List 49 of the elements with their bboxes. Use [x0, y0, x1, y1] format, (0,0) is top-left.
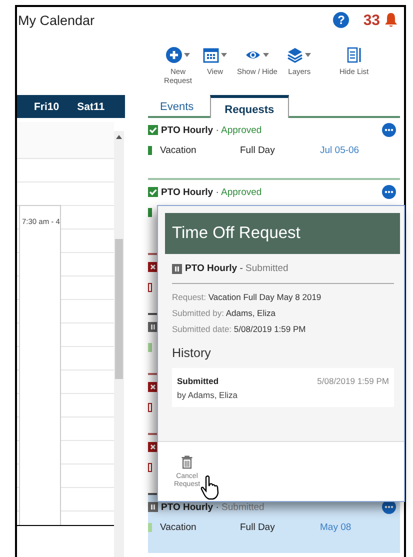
status-marker — [148, 402, 152, 412]
scroll-up-icon[interactable] — [116, 135, 122, 139]
request-title: PTO Hourly - Submitted — [185, 263, 288, 274]
caret-icon — [305, 53, 312, 57]
list-icon — [346, 47, 362, 63]
status-marker — [148, 146, 152, 154]
request-title: PTO Hourly · Submitted — [161, 502, 264, 512]
pause-icon — [172, 264, 182, 274]
day-label[interactable]: Sat11 — [77, 100, 105, 112]
request-reason: Vacation — [160, 144, 198, 156]
detail-line: Submitted date: 5/08/2019 1:59 PM — [172, 324, 307, 334]
request-title: PTO Hourly · Approved — [161, 124, 262, 136]
caret-icon — [184, 53, 190, 57]
request-duration: Full Day — [240, 522, 276, 532]
check-icon — [148, 187, 158, 197]
calendar-icon — [203, 47, 219, 63]
tab[interactable]: Events — [150, 95, 204, 116]
day-label[interactable]: Fri10 — [34, 100, 60, 112]
check-icon — [148, 125, 158, 135]
more-icon[interactable] — [382, 123, 396, 137]
scrollbar-thumb[interactable] — [115, 239, 123, 379]
status-marker — [148, 462, 152, 472]
request-duration: Full Day — [240, 144, 276, 156]
detail-line: Request: Vacation Full Day May 8 2019 — [172, 292, 322, 302]
status-marker — [148, 522, 152, 532]
history-heading: History — [172, 346, 212, 360]
history-date: 5/08/2019 1:59 PM — [317, 376, 389, 386]
caret-icon — [263, 53, 270, 57]
detail-line: Submitted by: Adams, Eliza — [172, 308, 276, 318]
more-icon[interactable] — [382, 185, 396, 199]
status-marker — [148, 208, 152, 216]
help-button[interactable]: ? — [333, 12, 350, 28]
trash-icon — [180, 454, 194, 470]
history-author: by Adams, Eliza — [177, 390, 238, 400]
popup-title: Time Off Request — [165, 213, 400, 254]
tab[interactable]: Requests — [210, 95, 290, 118]
request-item[interactable]: PTO Hourly · Approved Vacation Full Day Jul 05-06 — [148, 118, 400, 178]
page-title: My Calendar — [18, 12, 95, 28]
notification-count[interactable]: 33 — [363, 12, 380, 28]
layers-icon — [287, 47, 304, 63]
request-reason: Vacation — [160, 522, 198, 532]
request-title: PTO Hourly · Approved — [161, 186, 262, 198]
status-marker — [148, 282, 152, 292]
history-action: Submitted — [177, 376, 219, 386]
status-marker — [148, 342, 152, 352]
caret-icon — [221, 53, 227, 57]
request-dates[interactable]: Jul 05-06 — [320, 144, 360, 156]
plus-icon — [166, 47, 182, 63]
bell-icon[interactable] — [384, 12, 398, 28]
